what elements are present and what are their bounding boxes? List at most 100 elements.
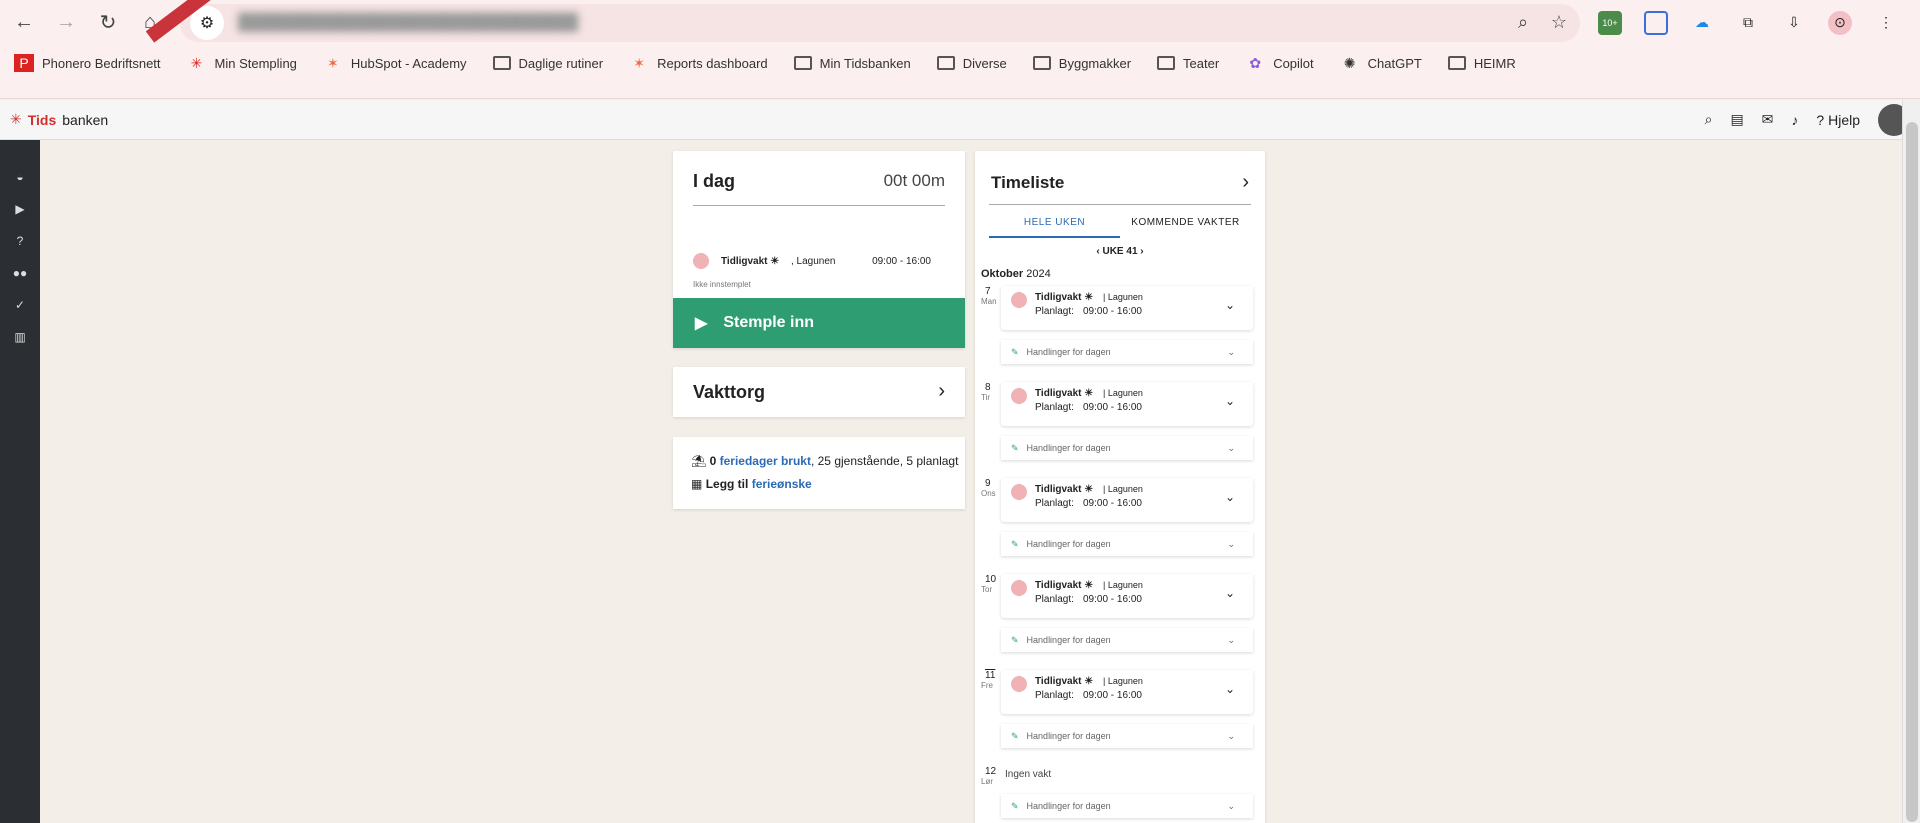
play-icon: ▶ — [695, 315, 708, 332]
phone-icon[interactable] — [1644, 10, 1668, 35]
dashboard-icon[interactable]: ◒ — [16, 170, 23, 184]
bookmarks-bar: P Phonero Bedriftsnett ✳ Min Stempling ✶ Hu… — [0, 45, 1920, 81]
planned-time: 09:00 - 16:00 — [1083, 402, 1142, 413]
planned-time: 09:00 - 16:00 — [1083, 690, 1142, 701]
chatgpt-icon: ✺ — [1343, 54, 1356, 71]
folder-icon — [1157, 56, 1176, 70]
scrollbar[interactable] — [1902, 100, 1920, 823]
day-actions[interactable]: ✎ Handlinger for dagen ⌄ — [1001, 436, 1253, 460]
day-number: 8 — [985, 382, 991, 393]
tab-upcoming[interactable]: KOMMENDE VAKTER — [1120, 217, 1251, 228]
bookmark-folder[interactable]: Min Tidsbanken — [793, 56, 911, 71]
bookmark-folder[interactable]: Teater — [1157, 56, 1219, 71]
bookmark-folder[interactable]: Byggmakker — [1032, 56, 1131, 71]
side-nav: ◒ ▶? ●● ✓ ▥ — [0, 140, 40, 823]
chevron-down-icon[interactable]: ⌄ — [1227, 731, 1235, 742]
edit-icon: ✎ — [1011, 538, 1019, 549]
day-actions[interactable]: ✎ Handlinger for dagen ⌄ — [1001, 340, 1253, 364]
shift-card[interactable]: Tidligvakt ☀ | Lagunen Planlagt: 09:00 -… — [1001, 574, 1253, 618]
shift-card[interactable]: Tidligvakt ☀ | Lagunen Planlagt: 09:00 -… — [1001, 478, 1253, 522]
store-icon[interactable]: ▤ — [1730, 111, 1743, 128]
vacation-link[interactable]: feriedager brukt — [720, 454, 811, 468]
chevron-down-icon[interactable]: ⌄ — [1225, 586, 1235, 600]
bookmark-item[interactable]: ✶ HubSpot - Academy — [323, 54, 467, 72]
vacation-card: ⛱ 0 feriedager brukt, 25 gjenstående, 5 … — [673, 437, 965, 509]
onedrive-icon[interactable]: ☁ — [1690, 11, 1714, 35]
back-icon[interactable]: ← — [12, 11, 36, 35]
scroll-thumb[interactable] — [1906, 122, 1918, 822]
clock-in-button[interactable]: ▶ Stemple inn — [673, 298, 965, 348]
bookmark-item[interactable]: ✺ ChatGPT — [1340, 54, 1422, 72]
day-of-week: Tor — [981, 585, 993, 594]
chevron-right-icon[interactable]: › — [1242, 171, 1249, 194]
extensions-icon[interactable]: ⧉ — [1736, 11, 1760, 35]
bell-icon[interactable]: ♪ — [1791, 112, 1798, 128]
tab-all-week[interactable]: HELE UKEN — [989, 217, 1120, 238]
day-actions[interactable]: ✎ Handlinger for dagen ⌄ — [1001, 532, 1253, 556]
bookmark-folder[interactable]: Diverse — [936, 56, 1007, 71]
day-actions[interactable]: ✎ Handlinger for dagen ⌄ — [1001, 794, 1253, 818]
chevron-right-icon[interactable]: › — [1140, 246, 1143, 257]
shift-dot — [1011, 676, 1027, 692]
add-vacation: ▦ Legg til ferieønske — [691, 477, 812, 491]
menu-icon[interactable]: ⋮ — [1874, 11, 1898, 35]
zoom-icon[interactable]: ⌕ — [1512, 12, 1534, 34]
tidsbanken-logo[interactable]: ✳ Tids banken — [10, 111, 108, 128]
day-actions[interactable]: ✎ Handlinger for dagen ⌄ — [1001, 724, 1253, 748]
address-bar[interactable]: ⚙ ██████████████████████████████ ⌕ ☆ — [180, 3, 1580, 42]
bookmark-item[interactable]: P Phonero Bedriftsnett — [14, 54, 161, 72]
chevron-down-icon[interactable]: ⌄ — [1225, 682, 1235, 696]
shift-card[interactable]: Tidligvakt ☀ | Lagunen Planlagt: 09:00 -… — [1001, 382, 1253, 426]
day-of-week: Man — [981, 297, 997, 306]
chevron-left-icon[interactable]: ‹ — [1096, 246, 1099, 257]
search-icon[interactable]: ⌕ — [1705, 111, 1713, 128]
shift-card[interactable]: Tidligvakt ☀ | Lagunen Planlagt: 09:00 -… — [1001, 286, 1253, 330]
chevron-down-icon[interactable]: ⌄ — [1227, 635, 1235, 646]
people-icon[interactable]: ●● — [13, 266, 28, 280]
shift-name: Tidligvakt ☀ — [1035, 484, 1094, 495]
planned-time: 09:00 - 16:00 — [1083, 306, 1142, 317]
today-title: I dag — [693, 171, 736, 191]
chevron-down-icon[interactable]: ⌄ — [1227, 443, 1235, 454]
bookmark-star-icon[interactable]: ☆ — [1548, 12, 1570, 34]
chevron-down-icon[interactable]: ⌄ — [1227, 539, 1235, 550]
day-of-week: Lør — [981, 777, 993, 786]
profile-icon[interactable]: ⊙ — [1828, 10, 1852, 35]
extensions: 10+ ☁ ⧉ ⇩ ⊙ ⋮ — [1598, 10, 1898, 35]
divider — [989, 204, 1251, 205]
browser-toolbar: ← → ↻ ⌂ ⚙ ██████████████████████████████… — [0, 0, 1920, 45]
bookmark-item[interactable]: ✿ Copilot — [1245, 54, 1313, 72]
check-icon[interactable]: ✓ — [15, 298, 25, 312]
umbrella-icon: ⛱ — [691, 454, 707, 468]
chevron-right-icon[interactable]: › — [938, 380, 945, 403]
shift-dot — [693, 253, 709, 269]
bookmark-folder[interactable]: HEIMR — [1447, 56, 1516, 71]
shift-card[interactable]: Tidligvakt ☀ | Lagunen Planlagt: 09:00 -… — [1001, 670, 1253, 714]
today-total: 00t 00m — [883, 171, 945, 190]
day-actions[interactable]: ✎ Handlinger for dagen ⌄ — [1001, 628, 1253, 652]
chevron-down-icon[interactable]: ⌄ — [1225, 298, 1235, 312]
bookmark-item[interactable]: ✶ Reports dashboard — [629, 54, 767, 72]
download-icon[interactable]: ⇩ — [1782, 11, 1806, 35]
extension-badge-icon[interactable]: 10+ — [1598, 10, 1622, 35]
mail-icon[interactable]: ✉ — [1762, 111, 1774, 128]
bookmark-folder[interactable]: Daglige rutiner — [492, 56, 603, 71]
vacation-summary: ⛱ 0 feriedager brukt, 25 gjenstående, 5 … — [691, 454, 959, 468]
chart-icon[interactable]: ▥ — [14, 330, 25, 344]
chevron-down-icon[interactable]: ⌄ — [1225, 490, 1235, 504]
play-icon[interactable]: ▶ — [15, 202, 24, 216]
help-icon[interactable]: ? — [17, 234, 24, 248]
forward-icon[interactable]: → — [54, 11, 78, 35]
day-number: 12 — [985, 766, 997, 777]
header-actions: ⌕ ▤ ✉ ♪ ? Hjelp — [1705, 103, 1910, 136]
chevron-down-icon[interactable]: ⌄ — [1227, 347, 1235, 358]
chevron-down-icon[interactable]: ⌄ — [1225, 394, 1235, 408]
bookmark-item[interactable]: ✳ Min Stempling — [187, 54, 297, 72]
vakttorg-card[interactable]: Vakttorg › — [673, 367, 965, 417]
help-link[interactable]: ? Hjelp — [1816, 112, 1860, 128]
vacation-wish-link[interactable]: ferieønske — [752, 477, 812, 491]
chevron-down-icon[interactable]: ⌄ — [1227, 801, 1235, 812]
timeliste-card: Timeliste › HELE UKEN KOMMENDE VAKTER ‹ … — [975, 151, 1265, 823]
reload-icon[interactable]: ↻ — [96, 11, 120, 35]
url-text[interactable]: ██████████████████████████████ — [238, 14, 1498, 32]
